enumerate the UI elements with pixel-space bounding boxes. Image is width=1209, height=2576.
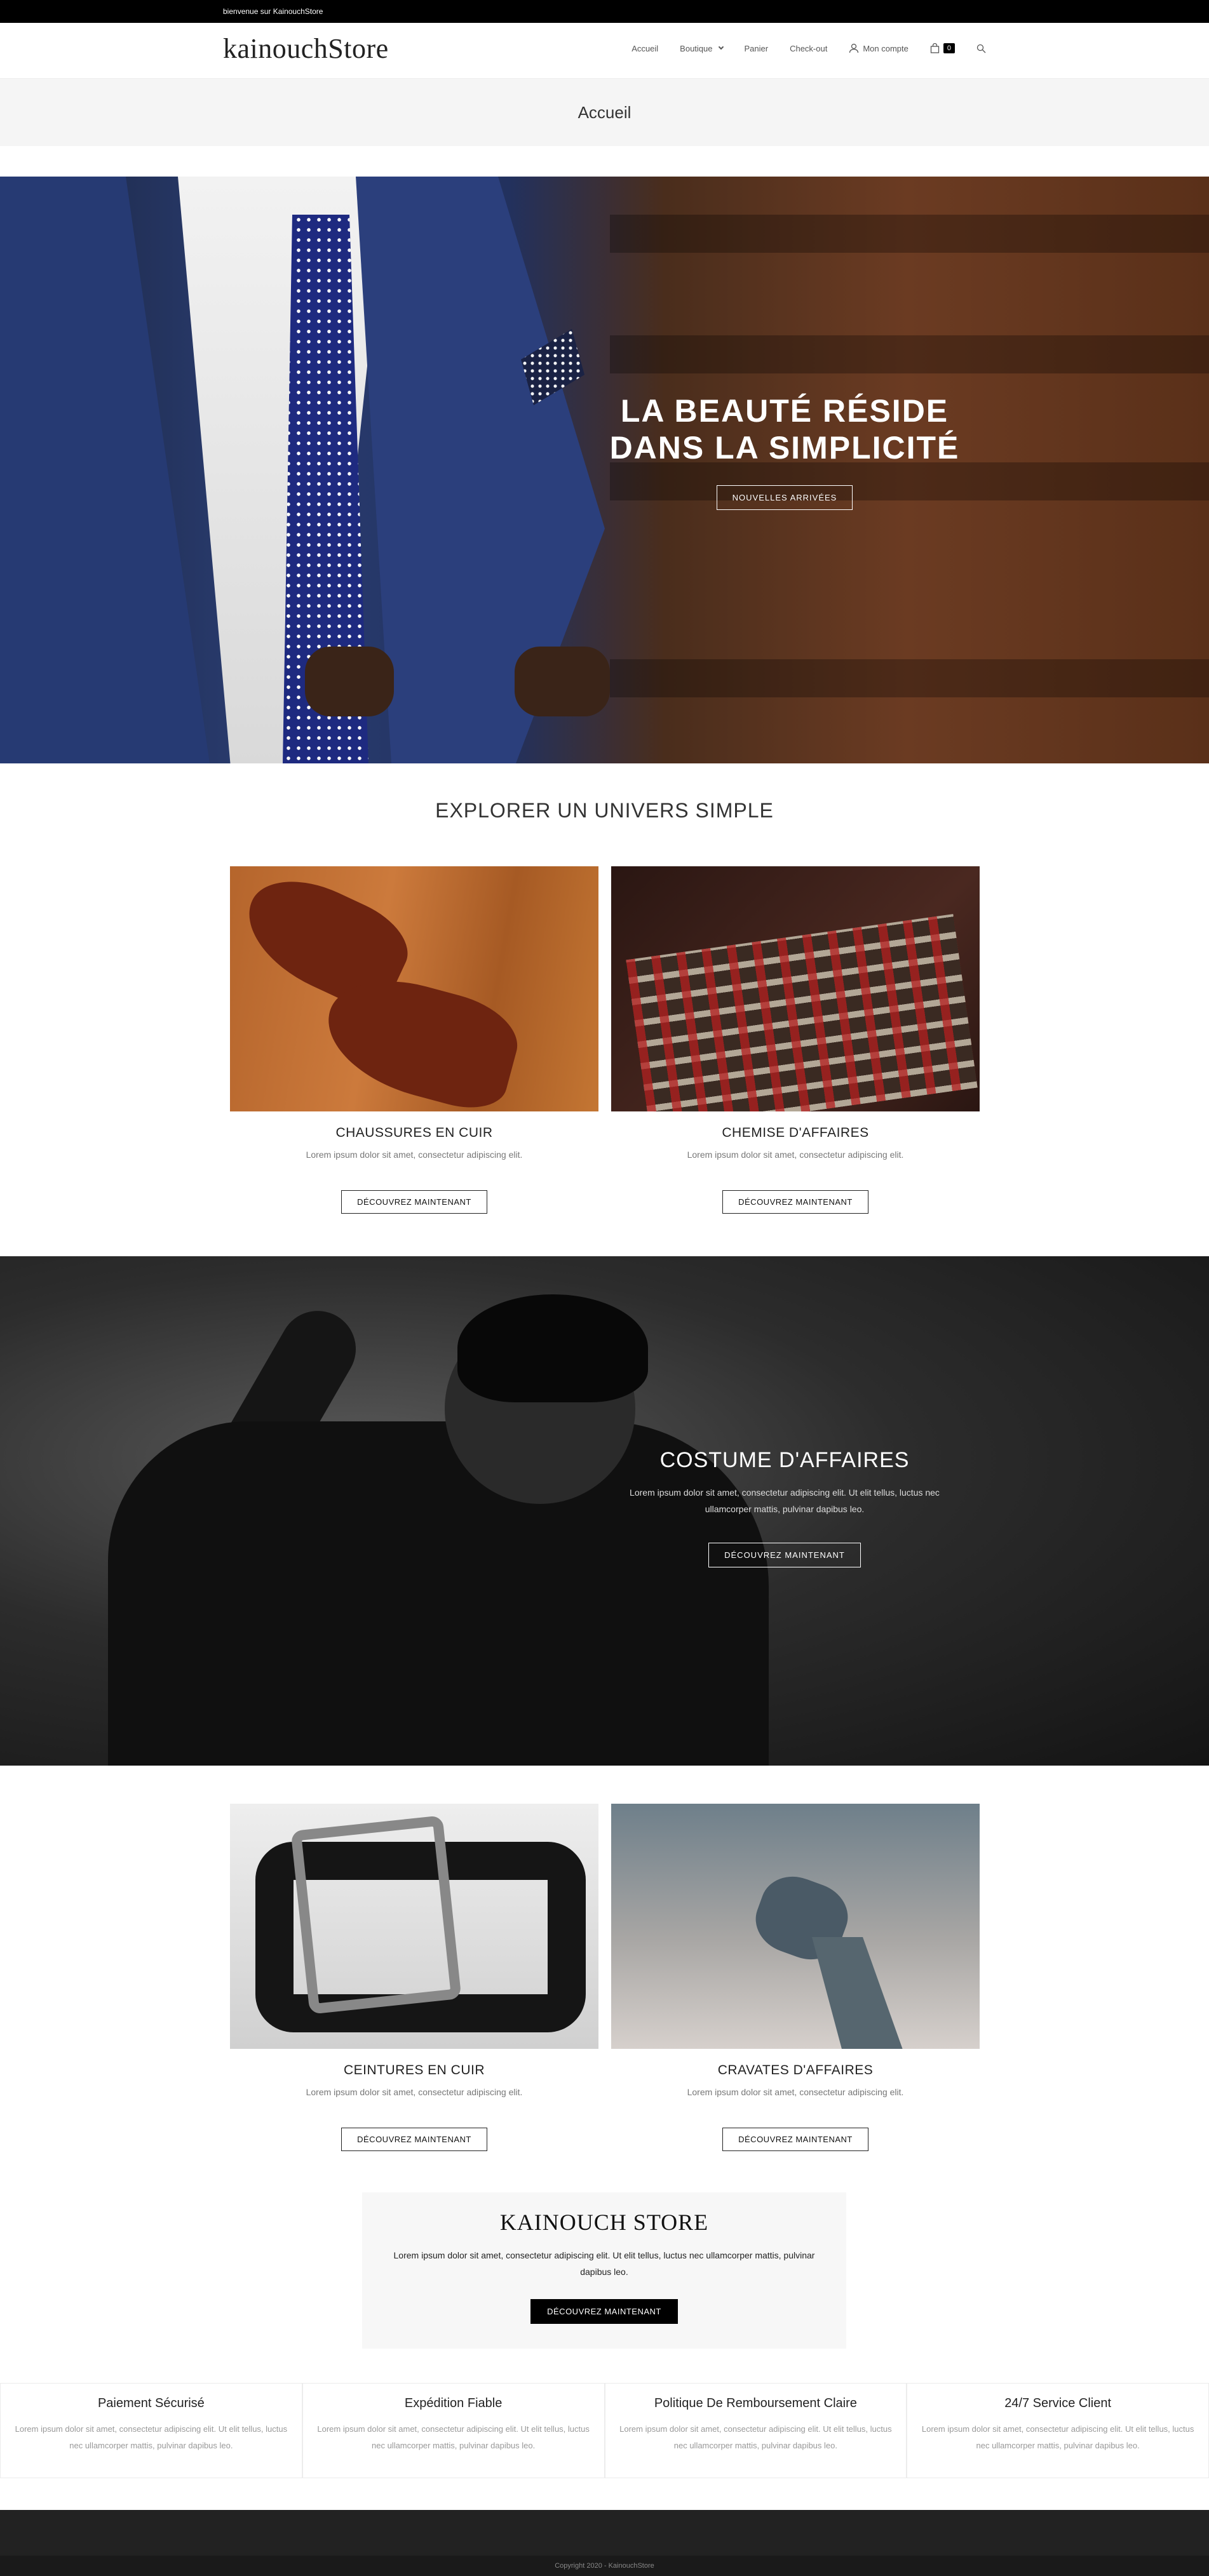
suit-banner-text: COSTUME D'AFFAIRES Lorem ipsum dolor sit…: [610, 1448, 959, 1567]
footer-bottom-bar: Copyright 2020 - KainouchStore: [0, 2556, 1209, 2576]
suit-description: Lorem ipsum dolor sit amet, consectetur …: [630, 1487, 940, 1514]
suit-title: COSTUME D'AFFAIRES: [659, 1448, 910, 1472]
nav-item-mon-compte[interactable]: Mon compte: [849, 43, 908, 53]
belt-buckle: [290, 1815, 462, 2015]
copyright-text: Copyright 2020 - KainouchStore: [555, 2562, 654, 2570]
explore-section-title: EXPLORER UN UNIVERS SIMPLE: [435, 799, 774, 822]
feature-title: 24/7 Service Client: [1004, 2396, 1112, 2410]
product-image-shoes[interactable]: [230, 866, 598, 1111]
feature-description: Lorem ipsum dolor sit amet, consectetur …: [921, 2424, 1194, 2450]
feature-title: Expédition Fiable: [404, 2396, 503, 2410]
hero-background-plank: [610, 335, 1209, 373]
main-nav: Accueil Boutique Panier Check-out Mon co…: [632, 43, 986, 53]
nav-item-panier[interactable]: Panier: [745, 44, 769, 53]
feature-title: Politique De Remboursement Claire: [654, 2396, 857, 2410]
hero-background-plank: [610, 215, 1209, 253]
feature-reliable-shipping: Expédition Fiable Lorem ipsum dolor sit …: [302, 2383, 605, 2478]
features-row: Paiement Sécurisé Lorem ipsum dolor sit …: [0, 2383, 1209, 2478]
hero-image-hand: [305, 647, 394, 716]
hero-heading: LA BEAUTÉ RÉSIDE DANS LA SIMPLICITÉ: [609, 393, 960, 466]
product-image-belts[interactable]: [230, 1804, 598, 2049]
feature-customer-service: 24/7 Service Client Lorem ipsum dolor si…: [907, 2383, 1209, 2478]
feature-secure-payment: Paiement Sécurisé Lorem ipsum dolor sit …: [0, 2383, 302, 2478]
product-title: CHEMISE D'AFFAIRES: [722, 1125, 869, 1140]
nav-label: Mon compte: [863, 43, 908, 53]
product-image-shirt[interactable]: [611, 866, 980, 1111]
hero-banner: LA BEAUTÉ RÉSIDE DANS LA SIMPLICITÉ NOUV…: [0, 177, 1209, 763]
discover-button[interactable]: DÉCOUVREZ MAINTENANT: [530, 2299, 678, 2324]
store-promo-box: KAINOUCH STORE Lorem ipsum dolor sit ame…: [362, 2192, 846, 2349]
feature-description: Lorem ipsum dolor sit amet, consectetur …: [619, 2424, 892, 2450]
site-header: kainouchStore Accueil Boutique Panier Ch…: [0, 23, 1209, 79]
nav-item-checkout[interactable]: Check-out: [790, 44, 827, 53]
product-description: Lorem ipsum dolor sit amet, consectetur …: [687, 1150, 904, 1160]
chevron-down-icon: [718, 44, 724, 50]
nav-label: Boutique: [680, 43, 713, 53]
search-icon: [976, 44, 986, 53]
discover-button[interactable]: DÉCOUVREZ MAINTENANT: [722, 2128, 868, 2151]
search-button[interactable]: [976, 44, 986, 53]
hero-text: LA BEAUTÉ RÉSIDE DANS LA SIMPLICITÉ NOUV…: [597, 392, 972, 510]
product-card-ties: CRAVATES D'AFFAIRES Lorem ipsum dolor si…: [611, 1804, 980, 2151]
hero-image-hand: [515, 647, 610, 716]
promo-description: Lorem ipsum dolor sit amet, consectetur …: [393, 2250, 815, 2277]
discover-button[interactable]: DÉCOUVREZ MAINTENANT: [722, 1190, 868, 1214]
product-title: CEINTURES EN CUIR: [343, 2063, 485, 2077]
new-arrivals-button[interactable]: NOUVELLES ARRIVÉES: [716, 485, 853, 510]
feature-refund-policy: Politique De Remboursement Claire Lorem …: [604, 2383, 907, 2478]
product-description: Lorem ipsum dolor sit amet, consectetur …: [306, 1150, 523, 1160]
nav-item-boutique[interactable]: Boutique: [680, 43, 724, 53]
product-title: CHAUSSURES EN CUIR: [335, 1125, 493, 1140]
feature-description: Lorem ipsum dolor sit amet, consectetur …: [317, 2424, 590, 2450]
product-title: CRAVATES D'AFFAIRES: [717, 2063, 874, 2077]
feature-description: Lorem ipsum dolor sit amet, consectetur …: [15, 2424, 288, 2450]
top-bar: bienvenue sur KainouchStore: [0, 0, 1209, 23]
footer-widgets: [0, 2510, 1209, 2556]
promo-title: KAINOUCH STORE: [499, 2210, 709, 2235]
nav-label: Check-out: [790, 43, 828, 53]
product-description: Lorem ipsum dolor sit amet, consectetur …: [687, 2087, 904, 2097]
user-icon: [849, 43, 859, 53]
product-card-belts: CEINTURES EN CUIR Lorem ipsum dolor sit …: [230, 1804, 598, 2151]
nav-item-accueil[interactable]: Accueil: [632, 44, 658, 53]
shopping-bag-icon: [930, 43, 940, 53]
cart-count-badge: 0: [943, 43, 955, 53]
tie-blade: [812, 1937, 903, 2049]
hero-background-plank: [610, 659, 1209, 697]
product-card-shoes: CHAUSSURES EN CUIR Lorem ipsum dolor sit…: [230, 866, 598, 1214]
hero-image-jacket: [0, 177, 210, 763]
cart-button[interactable]: 0: [930, 43, 955, 53]
suit-banner: [0, 1256, 1209, 1766]
welcome-text: bienvenue sur KainouchStore: [223, 7, 323, 16]
discover-button[interactable]: DÉCOUVREZ MAINTENANT: [341, 2128, 487, 2151]
nav-label: Accueil: [632, 43, 659, 53]
page-title: Accueil: [577, 103, 632, 122]
feature-title: Paiement Sécurisé: [97, 2396, 205, 2410]
product-description: Lorem ipsum dolor sit amet, consectetur …: [306, 2087, 523, 2097]
discover-button[interactable]: DÉCOUVREZ MAINTENANT: [341, 1190, 487, 1214]
page-title-bar: Accueil: [0, 79, 1209, 146]
nav-label: Panier: [744, 43, 769, 53]
suit-image-hair: [457, 1294, 648, 1402]
discover-button[interactable]: DÉCOUVREZ MAINTENANT: [708, 1543, 861, 1567]
site-logo[interactable]: kainouchStore: [223, 32, 389, 65]
product-card-shirt: CHEMISE D'AFFAIRES Lorem ipsum dolor sit…: [611, 866, 980, 1214]
shirt-plaid-pattern: [626, 914, 978, 1111]
product-image-ties[interactable]: [611, 1804, 980, 2049]
